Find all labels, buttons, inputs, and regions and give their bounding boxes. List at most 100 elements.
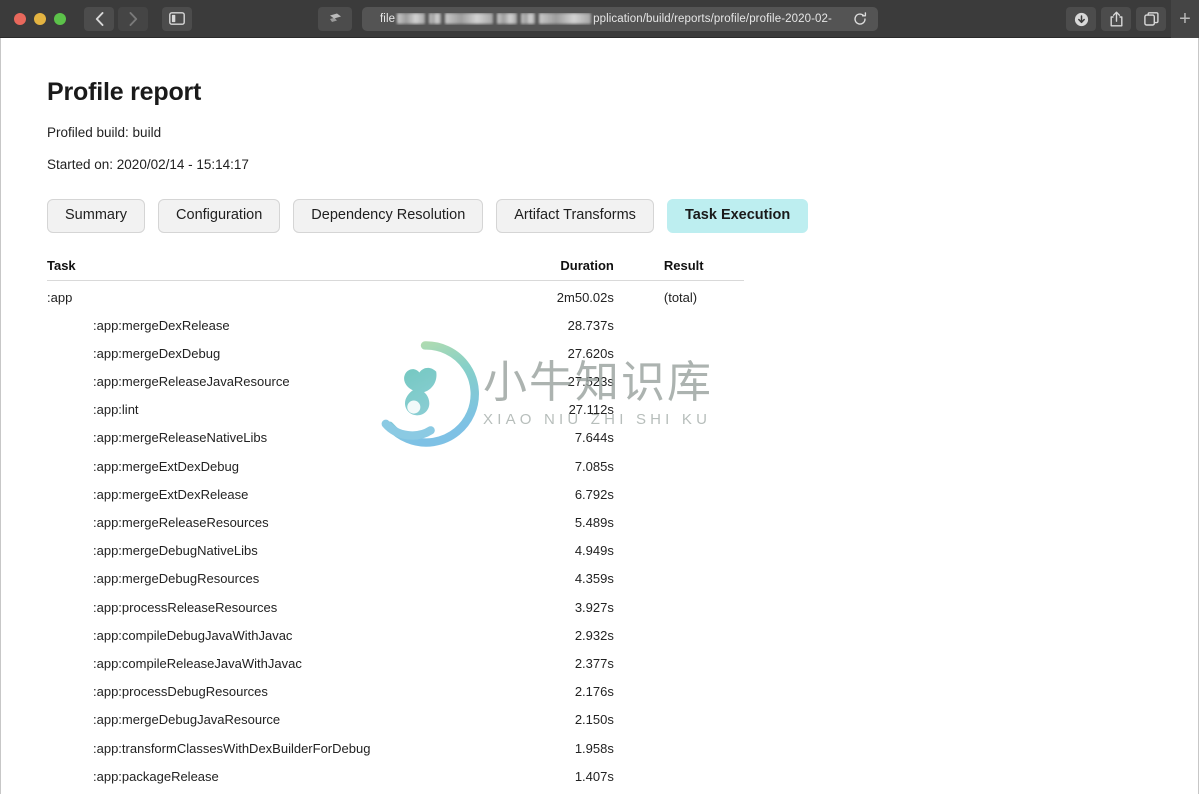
cell-result xyxy=(620,649,744,677)
url-path: pplication/build/reports/profile/profile… xyxy=(593,12,832,25)
url-redacted-block xyxy=(429,13,442,24)
cell-result xyxy=(620,339,744,367)
toolbar-right-buttons: + xyxy=(1066,0,1199,38)
cell-duration: 2.176s xyxy=(574,684,614,700)
tab-configuration[interactable]: Configuration xyxy=(158,199,281,233)
cell-result xyxy=(620,508,744,536)
share-icon xyxy=(1110,11,1122,27)
address-bar-area: file pplication/build/reports/profile/pro… xyxy=(318,6,878,31)
cell-result xyxy=(620,678,744,706)
report-content: Profile report Profiled build: build Sta… xyxy=(1,38,1198,794)
page-viewport: Profile report Profiled build: build Sta… xyxy=(0,38,1199,794)
table-row: :app:lint 27.112s xyxy=(47,396,744,424)
cell-duration: 6.792s xyxy=(574,486,614,502)
browser-toolbar: file pplication/build/reports/profile/pro… xyxy=(0,0,1199,38)
address-bar[interactable]: file pplication/build/reports/profile/pro… xyxy=(362,6,878,31)
table-row: :app:packageRelease 1.407s xyxy=(47,762,744,790)
cell-duration: 2.150s xyxy=(574,712,614,728)
cell-task: :app:mergeReleaseResources xyxy=(93,515,269,530)
table-row: :app:processReleaseResources 3.927s xyxy=(47,593,744,621)
cell-duration: 3.927s xyxy=(574,599,614,615)
url-redacted-block xyxy=(497,13,518,24)
started-on-label: Started on: 2020/02/14 - 15:14:17 xyxy=(47,157,249,172)
cell-task: :app:lint xyxy=(93,402,139,418)
table-row: :app:processDebugResources 2.176s xyxy=(47,678,744,706)
column-header-duration[interactable]: Duration xyxy=(526,257,620,281)
cell-result xyxy=(620,593,744,621)
cell-result xyxy=(620,311,744,339)
cell-task: :app:processDebugResources xyxy=(93,684,268,700)
url-redacted-block xyxy=(539,13,592,24)
cell-duration: 28.737s xyxy=(567,317,614,333)
table-row: :app:mergeExtDexDebug 7.085s xyxy=(47,452,744,480)
url-redacted-block xyxy=(445,13,494,24)
cell-result xyxy=(620,790,744,794)
table-row: :app:transformClassesWithDexBuilderForDe… xyxy=(47,734,744,762)
cell-task: :app:javaPreCompileDebugUnitTest xyxy=(47,790,526,794)
cell-duration: 7.085s xyxy=(574,458,614,474)
sidebar-icon xyxy=(169,12,185,25)
cell-task: :app:mergeDebugResources xyxy=(93,571,260,587)
report-tabs: Summary Configuration Dependency Resolutio… xyxy=(47,199,1198,233)
back-button[interactable] xyxy=(84,6,114,31)
cell-task: :app xyxy=(47,289,73,305)
column-header-task[interactable]: Task xyxy=(47,257,527,281)
cell-task: :app:processReleaseResources xyxy=(93,599,278,615)
cell-task: :app:compileReleaseJavaWithJavac xyxy=(93,655,302,671)
cell-task: :app:mergeReleaseJavaResource xyxy=(93,374,290,390)
table-row: :app:mergeDexDebug 27.620s xyxy=(47,339,744,367)
forward-button[interactable] xyxy=(118,6,148,31)
url-redacted-block xyxy=(397,13,426,24)
cell-result xyxy=(620,621,744,649)
cell-duration: 27.523s xyxy=(567,374,614,390)
close-window-button[interactable] xyxy=(14,12,26,25)
chevron-left-icon xyxy=(95,11,103,26)
table-row: :app:javaPreCompileDebugUnitTest1.299s xyxy=(47,790,744,794)
cell-duration: 7.644s xyxy=(574,430,614,446)
cell-duration: 27.620s xyxy=(567,345,614,361)
privacy-shield-icon xyxy=(329,13,341,22)
tab-summary[interactable]: Summary xyxy=(47,199,146,233)
tab-artifact-transforms[interactable]: Artifact Transforms xyxy=(496,199,654,233)
table-row: :app:mergeDebugResources 4.359s xyxy=(47,565,744,593)
downloads-button[interactable] xyxy=(1066,7,1096,31)
cell-result xyxy=(620,396,744,424)
address-bar-text: file pplication/build/reports/profile/pro… xyxy=(362,13,850,25)
table-row: :app:mergeReleaseNativeLibs 7.644s xyxy=(47,424,744,452)
tab-dependency-resolution[interactable]: Dependency Resolution xyxy=(293,199,484,233)
cell-task: :app:mergeDexDebug xyxy=(93,345,221,361)
cell-task: :app:packageRelease xyxy=(93,768,219,784)
chevron-right-icon xyxy=(129,11,137,26)
cell-duration: 4.359s xyxy=(574,571,614,587)
cell-task: :app:mergeReleaseNativeLibs xyxy=(93,430,268,446)
cell-duration: 1.407s xyxy=(574,768,614,784)
table-row: :app:compileDebugJavaWithJavac 2.932s xyxy=(47,621,744,649)
reload-icon xyxy=(854,11,867,25)
table-row: :app 2m50.02s (total) xyxy=(47,280,744,311)
reload-button[interactable] xyxy=(850,9,870,29)
table-row: :app:mergeDebugJavaResource 2.150s xyxy=(47,706,744,734)
cell-result xyxy=(620,565,744,593)
cell-task: :app:mergeExtDexDebug xyxy=(93,458,239,474)
column-header-result[interactable]: Result xyxy=(619,257,744,281)
tab-overview-button[interactable] xyxy=(1136,7,1166,31)
url-scheme: file xyxy=(380,12,396,25)
sidebar-toggle-button[interactable] xyxy=(162,6,192,31)
share-button[interactable] xyxy=(1101,7,1131,31)
cell-duration: 1.958s xyxy=(574,740,614,756)
tab-task-execution[interactable]: Task Execution xyxy=(666,199,809,233)
cell-task: :app:mergeDebugNativeLibs xyxy=(93,543,258,559)
window-controls xyxy=(0,12,66,25)
cell-duration: 1.299s xyxy=(526,790,620,794)
maximize-window-button[interactable] xyxy=(54,12,66,25)
cell-task: :app:compileDebugJavaWithJavac xyxy=(93,627,293,643)
minimize-window-button[interactable] xyxy=(34,12,46,25)
new-tab-button[interactable]: + xyxy=(1171,0,1199,38)
navigation-buttons xyxy=(84,6,148,31)
cell-task: :app:mergeExtDexRelease xyxy=(93,486,249,502)
table-row: :app:mergeExtDexRelease 6.792s xyxy=(47,480,744,508)
privacy-report-button[interactable] xyxy=(318,6,352,31)
cell-result xyxy=(620,480,744,508)
cell-duration: 4.949s xyxy=(574,543,614,559)
tabs-icon xyxy=(1143,12,1159,26)
